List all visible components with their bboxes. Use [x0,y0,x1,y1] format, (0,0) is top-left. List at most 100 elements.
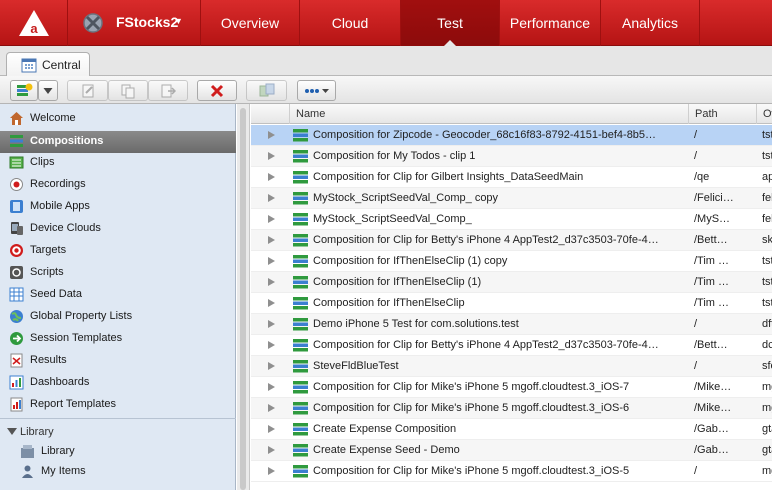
cloudtest-logo-icon: a [19,10,49,36]
composition-stack-icon [293,234,308,247]
expand-arrow-icon[interactable] [268,215,275,223]
expand-arrow-icon[interactable] [268,467,275,475]
more-button[interactable] [297,80,336,101]
cell-path: / [694,150,698,162]
edit-button[interactable] [67,80,108,101]
new-dropdown-button[interactable] [38,80,58,101]
record-icon [10,178,23,191]
sidebar-item-label: Recordings [30,178,86,190]
sidebar-item-clips[interactable]: Clips [0,152,236,174]
app-switcher[interactable]: FStocks2 ▼ [68,0,201,46]
sidebar-item-label: Global Property Lists [30,310,133,322]
library-item-library[interactable]: Library [0,442,236,462]
expand-arrow-icon[interactable] [268,278,275,286]
table-row[interactable]: MyStock_ScriptSeedVal_Comp_ copy/Felici…… [251,188,772,209]
edit-icon [82,84,93,97]
table-row[interactable]: Composition for Zipcode - Geocoder_68c16… [251,125,772,146]
table-row[interactable]: Composition for Clip for Betty's iPhone … [251,230,772,251]
table-row[interactable]: Composition for IfThenElseClip (1) copy /… [251,251,772,272]
table-row[interactable]: Composition for Clip for Mike's iPhone 5… [251,461,772,482]
column-header-owner[interactable]: Ow [756,104,772,124]
composition-stack-icon [293,444,308,457]
sidebar-item-device-clouds[interactable]: Device Clouds [0,218,236,240]
column-header-name[interactable]: Name [289,104,688,124]
nav-tab-performance[interactable]: Performance [500,0,601,46]
sidebar-item-label: Device Clouds [30,222,101,234]
expand-arrow-icon[interactable] [268,362,275,370]
composition-stack-icon [293,150,308,163]
home-icon [10,112,23,125]
expand-arrow-icon[interactable] [268,383,275,391]
nav-tab-test[interactable]: Test [401,0,500,47]
clips-icon [9,156,24,169]
library-item-my-items[interactable]: My Items [0,462,236,482]
table-row[interactable]: Composition for My Todos - clip 1 / tst [251,146,772,167]
expand-arrow-icon[interactable] [268,299,275,307]
sidebar-item-report-templates[interactable]: Report Templates [0,394,236,416]
expand-arrow-icon[interactable] [268,131,275,139]
table-row[interactable]: Composition for Clip for Betty's iPhone … [251,335,772,356]
expand-arrow-icon[interactable] [268,236,275,244]
sidebar-item-results[interactable]: Results [0,350,236,372]
sidebar-item-label: Compositions [30,135,104,147]
composition-stack-icon [293,129,308,142]
collapse-triangle-icon [7,428,17,435]
sidebar-scrollbar-thumb[interactable] [240,108,246,490]
table-row[interactable]: SteveFldBlueTest / sfe [251,356,772,377]
library-section-header[interactable]: Library [0,424,236,442]
mobile-apps-icon [10,200,23,213]
sidebar-item-welcome[interactable]: Welcome [0,108,236,130]
nav-tab-overview[interactable]: Overview [201,0,300,46]
sidebar-item-label: Targets [30,244,67,256]
expand-arrow-icon[interactable] [268,320,275,328]
sidebar-item-seed-data[interactable]: Seed Data [0,284,236,306]
composition-stack-icon [293,171,308,184]
table-row[interactable]: Composition for Clip for Gilbert Insight… [251,167,772,188]
new-composition-button[interactable] [10,80,38,101]
logo-area[interactable]: a [0,0,68,46]
expand-arrow-icon[interactable] [268,194,275,202]
sidebar-item-targets[interactable]: Targets [0,240,236,262]
table-row[interactable]: Demo iPhone 5 Test for com.solutions.tes… [251,314,772,335]
sidebar-item-dashboards[interactable]: Dashboards [0,372,236,394]
expand-arrow-icon[interactable] [268,446,275,454]
expand-arrow-icon[interactable] [268,425,275,433]
table-row[interactable]: Composition for Clip for Mike's iPhone 5… [251,377,772,398]
cell-name: Create Expense Composition [313,423,457,435]
expand-arrow-icon[interactable] [268,173,275,181]
cell-owner: dc [762,339,772,351]
cell-path: /Mike… [694,381,732,393]
composition-stack-icon [293,255,308,268]
table-row[interactable]: Composition for IfThenElseClip (1) /Tim …… [251,272,772,293]
table-row[interactable]: Composition for IfThenElseClip/Tim … tst [251,293,772,314]
expand-arrow-icon[interactable] [268,257,275,265]
cell-owner: tst [762,150,772,162]
column-header-path[interactable]: Path [688,104,756,124]
sidebar-item-label: Session Templates [30,332,123,344]
nav-tab-cloud[interactable]: Cloud [300,0,401,46]
sidebar-item-session-templates[interactable]: Session Templates [0,328,236,350]
table-row[interactable]: Create Expense Seed - Demo/Gab… gta [251,440,772,461]
sidebar-item-scripts[interactable]: Scripts [0,262,236,284]
chevron-down-icon [43,87,53,94]
copy-button[interactable] [108,80,148,101]
organize-button[interactable] [246,80,287,101]
sidebar-item-recordings[interactable]: Recordings [0,174,236,196]
workspace-tab-central[interactable]: Central [6,52,90,77]
export-button[interactable] [148,80,188,101]
expand-arrow-icon[interactable] [268,341,275,349]
sidebar-scrollbar[interactable] [237,104,250,490]
sidebar-item-global-property-lists[interactable]: Global Property Lists [0,306,236,328]
table-row[interactable]: Create Expense Composition/Gab… gta [251,419,772,440]
sidebar-item-mobile-apps[interactable]: Mobile Apps [0,196,236,218]
cell-owner: sk [762,234,772,246]
delete-button[interactable] [197,80,237,101]
sidebar-item-label: Seed Data [30,288,82,300]
nav-tab-analytics[interactable]: Analytics [601,0,700,46]
table-row[interactable]: MyStock_ScriptSeedVal_Comp_ /MyS… fel [251,209,772,230]
sidebar-item-compositions[interactable]: Compositions [0,131,236,153]
expand-arrow-icon[interactable] [268,404,275,412]
expand-arrow-icon[interactable] [268,152,275,160]
table-row[interactable]: Composition for Clip for Mike's iPhone 5… [251,398,772,419]
cell-path: /Felici… [694,192,734,204]
